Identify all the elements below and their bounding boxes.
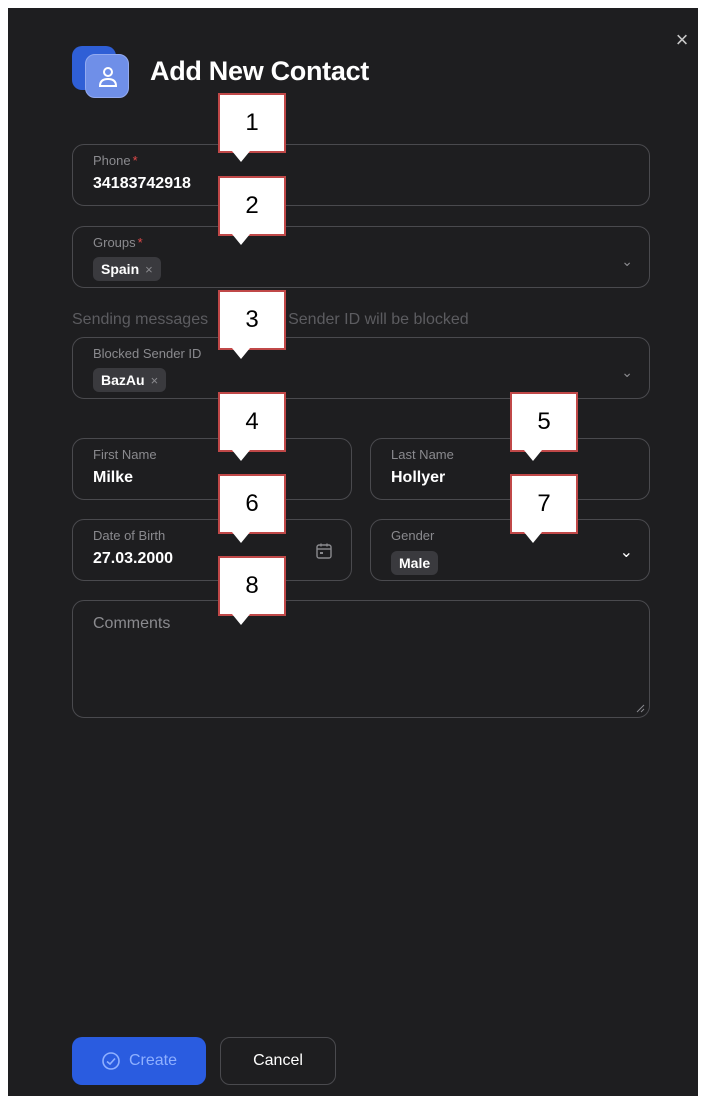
date-of-birth-value: 27.03.2000 [93,550,174,567]
blocked-sender-label: Blocked Sender ID [93,346,202,361]
phone-field[interactable]: Phone * 34183742918 [72,144,650,206]
gender-label: Gender [391,528,435,543]
phone-label: Phone * [93,153,138,168]
comments-placeholder: Comments [93,615,171,632]
cancel-label: Cancel [253,1052,303,1069]
dialog-title: Add New Contact [150,56,370,86]
resize-handle-icon[interactable] [635,703,645,713]
contact-user-icon [72,46,132,102]
group-chip[interactable]: Spain × [93,257,161,281]
callout-4: 4 [218,392,286,461]
required-mark: * [132,153,138,168]
callout-6: 6 [218,474,286,543]
logo-front-tile [85,54,129,98]
date-of-birth-label: Date of Birth [93,528,166,543]
date-of-birth-field[interactable]: Date of Birth 27.03.2000 [72,519,352,581]
chevron-down-icon[interactable]: ⌄ [621,364,633,381]
last-name-label: Last Name [391,447,454,462]
callout-2: 2 [218,176,286,245]
comments-textarea[interactable]: Comments [72,600,650,718]
last-name-value: Hollyer [391,469,446,486]
chip-remove-icon[interactable]: × [151,373,159,388]
callout-3: 3 [218,290,286,359]
callout-1: 1 [218,93,286,162]
user-icon [98,67,118,87]
chevron-down-icon[interactable]: ⌄ [621,253,633,270]
first-name-field[interactable]: First Name Milke [72,438,352,500]
check-circle-icon [102,1052,120,1070]
groups-label: Groups * [93,235,143,250]
callout-5: 5 [510,392,578,461]
cancel-button[interactable]: Cancel [220,1037,336,1085]
groups-select[interactable]: Groups * Spain × ⌄ [72,226,650,288]
callout-7: 7 [510,474,578,543]
required-mark: * [137,235,143,250]
first-name-label: First Name [93,447,157,462]
create-label: Create [128,1052,178,1069]
create-button[interactable]: Create [72,1037,206,1085]
phone-value: 34183742918 [93,175,191,192]
first-name-value: Milke [93,469,134,486]
chevron-down-icon[interactable]: ⌄ [620,542,633,562]
callout-8: 8 [218,556,286,625]
blocked-sender-select[interactable]: Blocked Sender ID BazAu × ⌄ [72,337,650,399]
calendar-icon[interactable] [315,542,333,560]
blocked-sender-chip[interactable]: BazAu × [93,368,167,392]
close-icon[interactable]: × [668,26,696,54]
gender-value-chip: Male [391,551,439,575]
chip-remove-icon[interactable]: × [145,262,153,277]
